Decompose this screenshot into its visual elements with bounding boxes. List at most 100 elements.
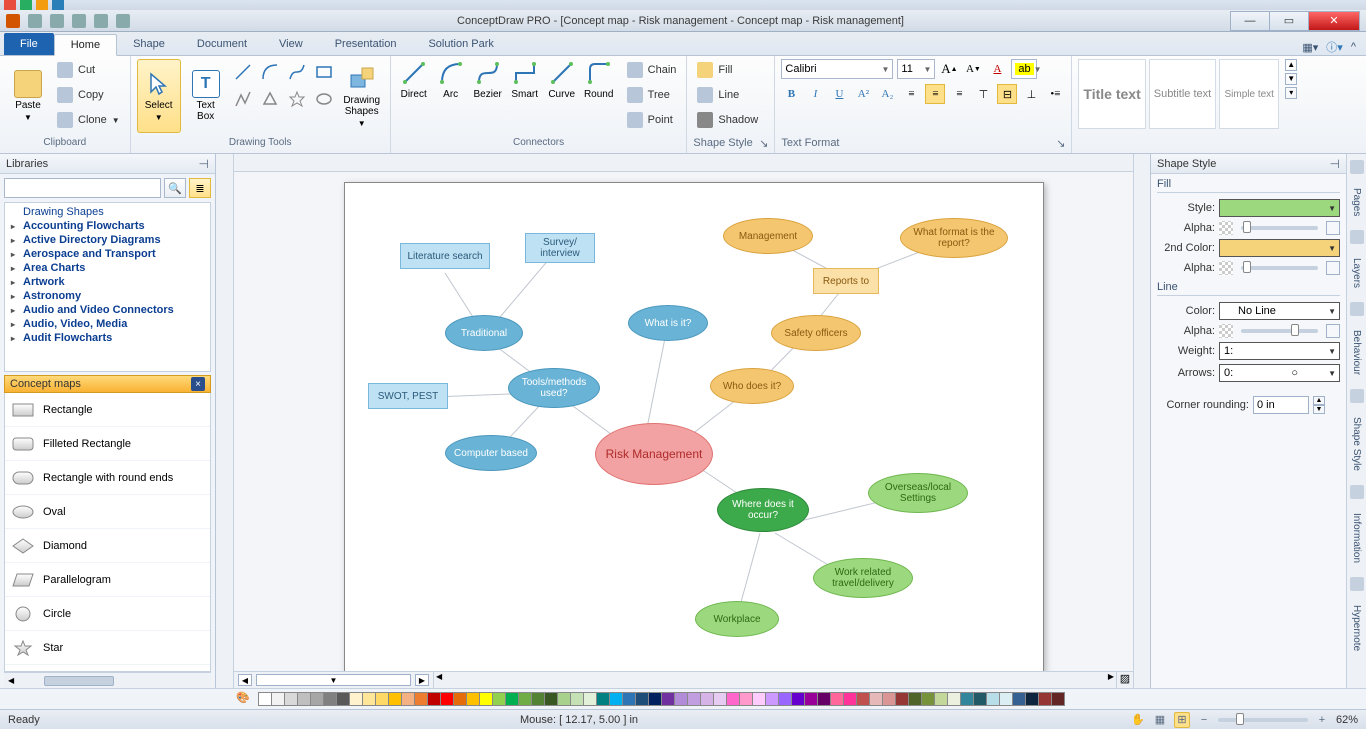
color-swatch[interactable] — [726, 692, 740, 706]
shapestyle-tab-icon[interactable] — [1350, 389, 1364, 403]
copy-button[interactable]: Copy — [53, 84, 124, 106]
qat-undo-icon[interactable] — [50, 14, 64, 28]
paste-button[interactable]: Paste▼ — [6, 59, 50, 133]
arrows-select[interactable]: 0:○▼ — [1219, 364, 1340, 382]
color-swatch[interactable] — [830, 692, 844, 706]
color-swatch[interactable] — [622, 692, 636, 706]
line-button[interactable]: Line — [693, 84, 762, 106]
search-button[interactable]: 🔍 — [164, 178, 186, 198]
node-workplace[interactable]: Workplace — [695, 601, 779, 637]
connector-round[interactable]: Round — [582, 59, 616, 100]
color-swatch[interactable] — [596, 692, 610, 706]
tab-layers[interactable]: Layers — [1351, 258, 1362, 288]
highlight-button[interactable]: ab▼ — [1011, 59, 1037, 79]
color-swatch[interactable] — [401, 692, 415, 706]
color-swatch[interactable] — [648, 692, 662, 706]
select-tool-button[interactable]: Select▼ — [137, 59, 181, 133]
color-swatch[interactable] — [986, 692, 1000, 706]
color-swatch[interactable] — [479, 692, 493, 706]
color-swatch[interactable] — [466, 692, 480, 706]
color-swatch[interactable] — [804, 692, 818, 706]
close-button[interactable]: ✕ — [1308, 11, 1360, 31]
font-color-button[interactable]: A — [987, 59, 1007, 79]
clone-button[interactable]: Clone▼ — [53, 109, 124, 131]
polygon-tool[interactable] — [258, 86, 283, 111]
color-swatch[interactable] — [778, 692, 792, 706]
connector-direct[interactable]: Direct — [397, 59, 431, 100]
arc-tool[interactable] — [258, 59, 283, 84]
page-tab-selector[interactable]: ◀▼▶ — [234, 672, 434, 688]
connector-bezier[interactable]: Bezier — [471, 59, 505, 100]
tab-file[interactable]: File — [4, 33, 54, 55]
italic-button[interactable]: I — [805, 84, 825, 104]
drawing-shapes-button[interactable]: Drawing Shapes▼ — [340, 59, 384, 133]
tree-item[interactable]: Audit Flowcharts — [5, 331, 210, 345]
color-swatch[interactable] — [284, 692, 298, 706]
fill-style-select[interactable]: ▼ — [1219, 199, 1340, 217]
styles-up-icon[interactable]: ▲ — [1285, 59, 1297, 71]
line-weight-select[interactable]: 1:▼ — [1219, 342, 1340, 360]
node-tools[interactable]: Tools/methods used? — [508, 368, 600, 408]
line-color-select[interactable]: No Line▼ — [1219, 302, 1340, 320]
shape-item[interactable]: Star — [5, 631, 210, 665]
snap-icon[interactable]: ▦ — [1152, 712, 1168, 728]
chain-button[interactable]: Chain — [623, 59, 681, 81]
increase-font-button[interactable]: A▲ — [939, 59, 959, 79]
shape-item[interactable]: Parallelogram — [5, 563, 210, 597]
color-swatch[interactable] — [999, 692, 1013, 706]
qat-print-icon[interactable] — [94, 14, 108, 28]
point-button[interactable]: Point — [623, 109, 681, 131]
minimize-ribbon-icon[interactable]: ^ — [1351, 41, 1356, 53]
node-traditional[interactable]: Traditional — [445, 315, 523, 351]
align-bottom-button[interactable]: ⊥ — [1021, 84, 1041, 104]
node-where[interactable]: Where does it occur? — [717, 488, 809, 532]
behaviour-tab-icon[interactable] — [1350, 302, 1364, 316]
shape-item[interactable]: Diamond — [5, 529, 210, 563]
zoom-slider[interactable] — [1218, 718, 1308, 722]
canvas[interactable]: Literature search Survey/ interview Mana… — [234, 172, 1133, 671]
subtitle-text-style[interactable]: Subtitle text — [1149, 59, 1216, 129]
color-swatch[interactable] — [674, 692, 688, 706]
tab-document[interactable]: Document — [181, 33, 263, 55]
bold-button[interactable]: B — [781, 84, 801, 104]
color-swatch[interactable] — [414, 692, 428, 706]
color-swatch[interactable] — [427, 692, 441, 706]
shadow-button[interactable]: Shadow — [693, 109, 762, 131]
tab-view[interactable]: View — [263, 33, 319, 55]
align-middle-button[interactable]: ⊟ — [997, 84, 1017, 104]
pin-icon[interactable]: ⊣ — [199, 157, 209, 171]
connector-curve[interactable]: Curve — [545, 59, 579, 100]
tree-item[interactable]: Audio and Video Connectors — [5, 303, 210, 317]
color-swatch[interactable] — [908, 692, 922, 706]
tab-home[interactable]: Home — [54, 34, 117, 56]
app-icon[interactable] — [6, 14, 20, 28]
node-literature-search[interactable]: Literature search — [400, 243, 490, 269]
tree-item[interactable]: Active Directory Diagrams — [5, 233, 210, 247]
color-swatch[interactable] — [635, 692, 649, 706]
color-swatch[interactable] — [856, 692, 870, 706]
node-reports[interactable]: Reports to — [813, 268, 879, 294]
connector-arc[interactable]: Arc — [434, 59, 468, 100]
color-swatch[interactable] — [843, 692, 857, 706]
color-swatch[interactable] — [1038, 692, 1052, 706]
tree-item[interactable]: Astronomy — [5, 289, 210, 303]
color-swatch[interactable] — [661, 692, 675, 706]
shape-style-launcher-icon[interactable]: ↘ — [759, 137, 768, 151]
corner-up-icon[interactable]: ▲ — [1313, 396, 1325, 405]
minimize-button[interactable]: — — [1230, 11, 1270, 31]
tab-shapestyle[interactable]: Shape Style — [1351, 417, 1362, 471]
color-swatch[interactable] — [765, 692, 779, 706]
text-format-launcher-icon[interactable]: ↘ — [1056, 137, 1065, 151]
qat-save-icon[interactable] — [28, 14, 42, 28]
color-swatch[interactable] — [739, 692, 753, 706]
line-alpha-slider[interactable] — [1241, 329, 1318, 333]
tab-hypernote[interactable]: Hypernote — [1351, 605, 1362, 651]
color-swatch[interactable] — [960, 692, 974, 706]
textbox-button[interactable]: TText Box — [184, 59, 228, 133]
color-swatch[interactable] — [973, 692, 987, 706]
shape-item[interactable]: Oval — [5, 495, 210, 529]
node-who[interactable]: Who does it? — [710, 368, 794, 404]
color-swatch[interactable] — [349, 692, 363, 706]
color-swatch[interactable] — [557, 692, 571, 706]
node-survey[interactable]: Survey/ interview — [525, 233, 595, 263]
